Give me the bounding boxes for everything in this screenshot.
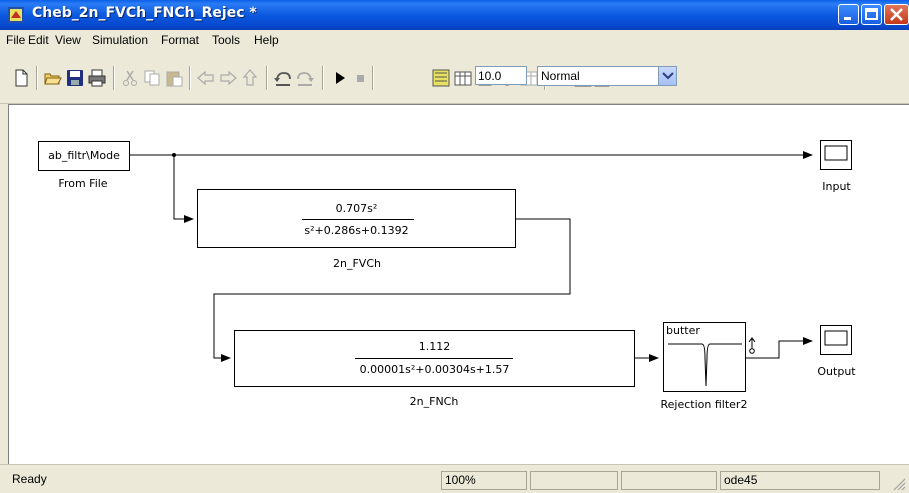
tf-block-fnch[interactable]: 1.112 0.00001s²+0.00304s+1.57 xyxy=(234,330,635,387)
tf1-numerator: 0.707s² xyxy=(335,202,378,215)
tf2-label: 2n_FNCh xyxy=(409,395,459,408)
dropdown-button[interactable] xyxy=(658,67,676,85)
close-button[interactable] xyxy=(884,4,909,25)
scope-icon xyxy=(824,145,848,161)
branch-point xyxy=(172,153,176,157)
library-browser-icon[interactable] xyxy=(432,69,450,87)
open-icon[interactable] xyxy=(44,69,62,87)
maximize-icon xyxy=(865,8,878,20)
copy-icon[interactable] xyxy=(143,69,161,87)
redo-icon[interactable] xyxy=(296,69,314,87)
stop-time-input[interactable]: 10.0 xyxy=(475,66,527,85)
tf1-label: 2n_FVCh xyxy=(333,257,381,270)
rejection-filter-block[interactable]: butter xyxy=(663,322,746,392)
tf2-denominator: 0.00001s²+0.00304s+1.57 xyxy=(359,363,510,376)
tf-block-fvch[interactable]: 0.707s² s²+0.286s+0.1392 xyxy=(197,189,516,248)
status-bar: Ready 100% ode45 xyxy=(0,464,909,493)
status-panel-4 xyxy=(621,471,717,490)
from-file-label: From File xyxy=(58,177,108,190)
menu-view[interactable]: View xyxy=(55,33,81,47)
minimize-icon xyxy=(844,17,851,20)
signal-line[interactable] xyxy=(173,155,194,223)
title-bar[interactable]: Cheb_2n_FVCh_FNCh_Rejec * xyxy=(0,0,909,30)
menu-simulation[interactable]: Simulation xyxy=(92,33,148,47)
forward-icon[interactable] xyxy=(219,69,237,87)
fraction-line xyxy=(302,219,414,220)
menu-edit[interactable]: Edit xyxy=(28,33,49,47)
input-scope-block[interactable] xyxy=(820,140,852,170)
port-marker-icon xyxy=(748,337,756,354)
menu-help[interactable]: Help xyxy=(254,33,279,47)
menu-file[interactable]: File xyxy=(6,33,25,47)
status-panel-3 xyxy=(530,471,618,490)
model-canvas[interactable]: ab_filtr\Mode From File Input 0.707s² s²… xyxy=(8,104,909,465)
print-icon[interactable] xyxy=(88,69,106,87)
undo-icon[interactable] xyxy=(274,69,292,87)
scope-icon xyxy=(824,330,848,346)
window-title: Cheb_2n_FVCh_FNCh_Rejec * xyxy=(32,5,257,21)
menu-bar: File Edit View Simulation Format Tools H… xyxy=(0,30,909,51)
minimize-button[interactable] xyxy=(838,4,859,25)
toolbar xyxy=(0,51,909,104)
paste-icon[interactable] xyxy=(165,69,183,87)
up-icon[interactable] xyxy=(241,69,259,87)
simulink-model-icon xyxy=(8,7,24,23)
tf1-denominator: s²+0.286s+0.1392 xyxy=(304,224,409,237)
resize-grip-icon[interactable] xyxy=(892,477,906,491)
signal-lines xyxy=(130,151,813,362)
status-text: Ready xyxy=(12,472,47,486)
from-file-content: ab_filtr\Mode xyxy=(48,149,120,162)
cut-icon[interactable] xyxy=(121,69,139,87)
menu-format[interactable]: Format xyxy=(161,33,199,47)
maximize-button[interactable] xyxy=(861,4,882,25)
simulation-mode-select[interactable]: Normal xyxy=(537,66,677,86)
tf2-numerator: 1.112 xyxy=(418,340,451,353)
filter-label: Rejection filter2 xyxy=(660,398,748,411)
bandstop-icon xyxy=(668,343,742,387)
menu-tools[interactable]: Tools xyxy=(212,33,240,47)
from-file-block[interactable]: ab_filtr\Mode xyxy=(38,141,130,171)
output-scope-block[interactable] xyxy=(820,325,852,355)
model-explorer-icon[interactable] xyxy=(454,69,472,87)
solver-name: ode45 xyxy=(720,471,880,490)
fraction-line xyxy=(355,358,513,359)
stop-simulation-icon[interactable] xyxy=(351,69,369,87)
start-simulation-icon[interactable] xyxy=(331,69,349,87)
output-scope-label: Output xyxy=(817,365,856,378)
save-icon[interactable] xyxy=(66,69,84,87)
close-icon xyxy=(890,8,903,21)
zoom-level: 100% xyxy=(441,471,527,490)
input-scope-label: Input xyxy=(822,180,851,193)
back-icon[interactable] xyxy=(197,69,215,87)
chevron-down-icon xyxy=(662,72,674,80)
new-icon[interactable] xyxy=(12,69,30,87)
filter-title: butter xyxy=(666,324,700,337)
